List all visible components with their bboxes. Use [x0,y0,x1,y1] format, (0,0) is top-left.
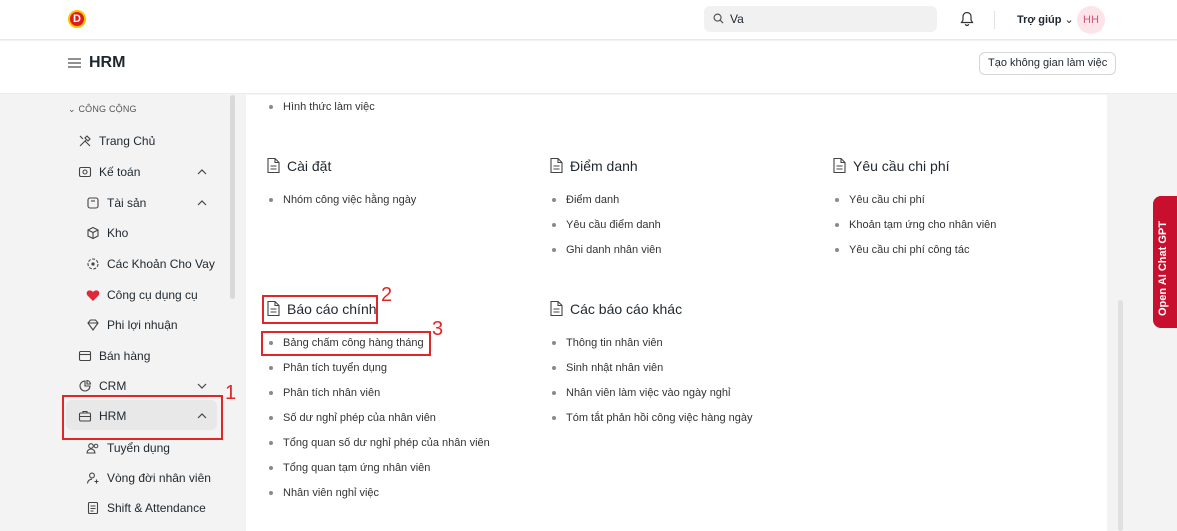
sidebar: ⌄ CÔNG CỘNG Trang Chủ Kế toán Tài sản Kh… [0,95,238,531]
link-nhan-vien-nghi-viec[interactable]: Nhân viên nghỉ việc [269,487,379,499]
sidebar-item-kho[interactable]: Kho [85,221,128,245]
annotation-number-2: 2 [381,284,393,306]
annotation-box-bang-cham-cong [261,331,431,356]
tools-icon [77,133,93,149]
loan-icon [85,256,101,272]
navbar-divider [994,11,995,29]
heart-icon [85,287,101,303]
sidebar-item-shift-attendance[interactable]: Shift & Attendance [85,496,206,520]
chevron-up-icon[interactable] [197,169,207,175]
link-yeu-cau-chi-phi-cong-tac[interactable]: Yêu cầu chi phí công tác [835,244,969,256]
diamond-icon [85,317,101,333]
sidebar-item-cac-khoan-cho-vay[interactable]: Các Khoản Cho Vay [85,252,215,276]
link-nhan-vien-lam-viec-ngay-nghi[interactable]: Nhân viên làm việc vào ngày nghỉ [552,387,730,399]
sidebar-item-vong-doi-nhan-vien[interactable]: Vòng đời nhân viên [85,466,211,490]
document-icon [549,157,564,174]
link-yeu-cau-diem-danh[interactable]: Yêu cầu điểm danh [552,219,661,231]
notification-bell-icon[interactable] [960,11,974,27]
document-icon [549,300,564,317]
link-hinh-thuc-lam-viec[interactable]: Hình thức làm việc [269,101,375,113]
link-tom-tat-phan-hoi[interactable]: Tóm tắt phản hồi công việc hàng ngày [552,412,753,424]
card-title-diem-danh[interactable]: Điểm danh [549,157,638,174]
link-so-du-nghi-phep[interactable]: Số dư nghỉ phép của nhân viên [269,412,436,424]
link-diem-danh[interactable]: Điểm danh [552,194,619,206]
help-label: Trợ giúp [1017,14,1062,26]
sidebar-group-label[interactable]: ⌄ CÔNG CỘNG [68,104,137,115]
clipboard-icon [85,500,101,516]
help-dropdown[interactable]: Trợ giúp ⌄ [1017,13,1074,26]
link-thong-tin-nhan-vien[interactable]: Thông tin nhân viên [552,337,663,349]
box-icon [85,195,101,211]
search-icon [713,13,724,24]
app-logo[interactable]: D [68,10,86,28]
menu-icon[interactable] [68,57,81,69]
document-icon [266,157,281,174]
card-title-cac-bao-cao-khac[interactable]: Các báo cáo khác [549,300,682,317]
user-add-icon [85,470,101,486]
annotation-box-bao-cao-chinh [262,295,378,324]
safe-icon [77,164,93,180]
chevron-up-icon[interactable] [197,200,207,206]
link-tong-quan-tam-ung[interactable]: Tổng quan tạm ứng nhân viên [269,462,430,474]
open-ai-chat-gpt-tab[interactable]: Open AI Chat GPT [1153,196,1177,328]
users-icon [85,440,101,456]
top-navbar: D Trợ giúp⌄ HH [0,0,1177,40]
link-tong-quan-so-du-nghi-phep[interactable]: Tổng quan số dư nghỉ phép của nhân viên [269,437,490,449]
page-title: HRM [89,54,126,71]
card-title-cai-dat[interactable]: Cài đặt [266,157,331,174]
link-phan-tich-tuyen-dung[interactable]: Phân tích tuyển dụng [269,362,387,374]
link-yeu-cau-chi-phi[interactable]: Yêu cầu chi phí [835,194,925,206]
card-title-yeu-cau-chi-phi[interactable]: Yêu cầu chi phí [832,157,950,174]
search-input[interactable] [730,9,930,29]
link-nhom-cong-viec-hang-ngay[interactable]: Nhóm công việc hằng ngày [269,194,416,206]
annotation-number-1: 1 [225,382,237,404]
search-bar[interactable] [704,6,937,32]
sidebar-item-phi-loi-nhuan[interactable]: Phi lợi nhuận [85,313,178,337]
user-avatar[interactable]: HH [1077,6,1105,34]
chevron-down-icon[interactable] [197,383,207,389]
main-scrollbar[interactable] [1118,300,1123,531]
link-ghi-danh-nhan-vien[interactable]: Ghi danh nhân viên [552,244,661,256]
package-icon [85,225,101,241]
link-khoan-tam-ung[interactable]: Khoản tạm ứng cho nhân viên [835,219,996,231]
chevron-down-icon: ⌄ [1064,14,1074,26]
sidebar-item-tai-san[interactable]: Tài sản [85,191,207,215]
create-workspace-button[interactable]: Tạo không gian làm việc [979,52,1117,75]
sidebar-item-trang-chu[interactable]: Trang Chủ [77,129,155,153]
chart-icon [77,378,93,394]
sidebar-scrollbar[interactable] [230,95,235,299]
annotation-box-hrm [62,395,223,440]
sidebar-item-ban-hang[interactable]: Bán hàng [77,344,150,368]
sidebar-item-ke-toan[interactable]: Kế toán [77,160,207,184]
page-header: HRM Tạo không gian làm việc [0,41,1177,94]
sidebar-item-cong-cu-dung-cu[interactable]: Công cụ dụng cụ [85,283,198,307]
link-phan-tich-nhan-vien[interactable]: Phân tích nhân viên [269,387,380,399]
card-icon [77,348,93,364]
annotation-number-3: 3 [432,318,444,340]
link-sinh-nhat-nhan-vien[interactable]: Sinh nhật nhân viên [552,362,663,374]
document-icon [832,157,847,174]
